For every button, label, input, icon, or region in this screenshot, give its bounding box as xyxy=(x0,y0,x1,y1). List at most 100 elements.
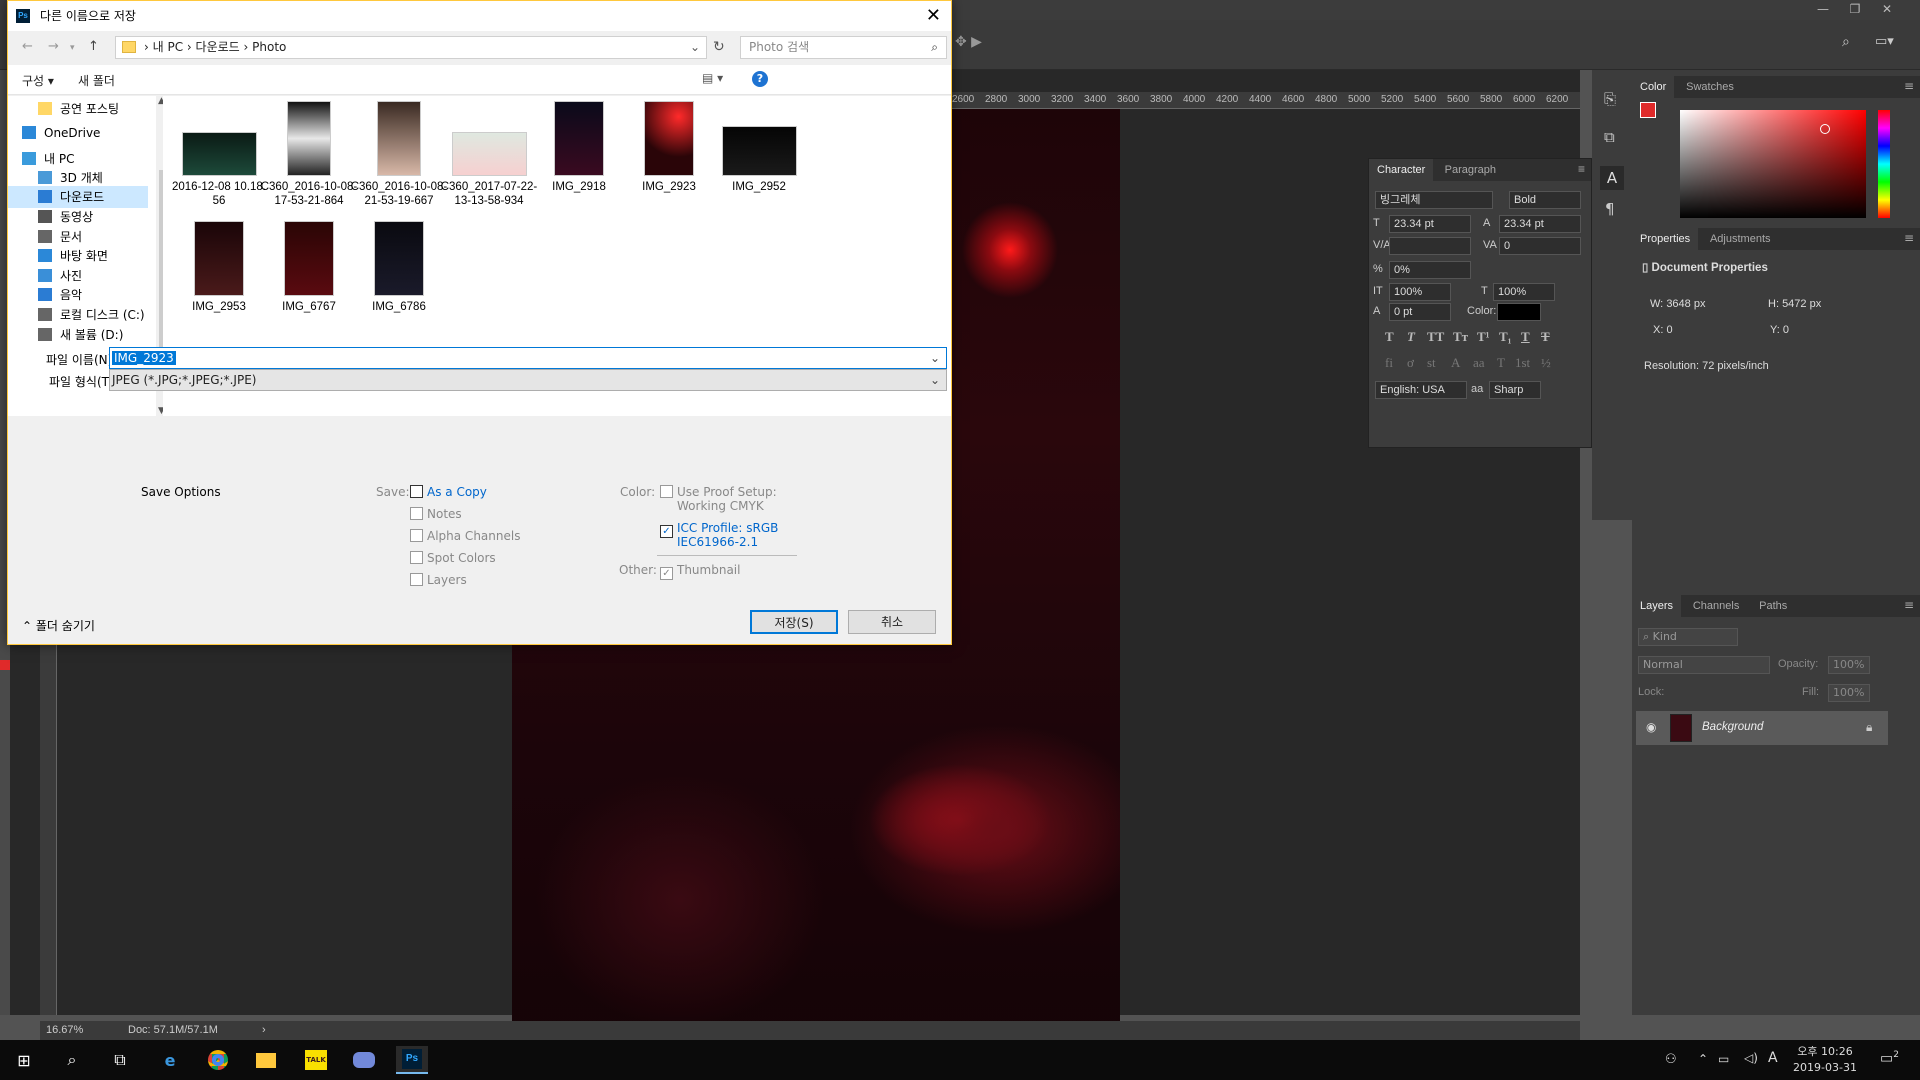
discord-icon[interactable] xyxy=(348,1046,380,1074)
file-item[interactable]: C360_2016-10-08-17-53-21-864 xyxy=(259,96,359,208)
hue-slider[interactable] xyxy=(1878,110,1890,218)
nav-item[interactable]: 새 볼륨 (D:) xyxy=(8,324,148,346)
chrome-icon[interactable] xyxy=(202,1046,234,1074)
opacity-input[interactable]: 100% xyxy=(1828,656,1870,674)
titling-icon[interactable]: T xyxy=(1497,355,1505,371)
clock[interactable]: 오후 10:26 2019-03-31 xyxy=(1790,1044,1860,1076)
3d-mode-icon[interactable]: ✥ ▶ xyxy=(955,34,982,50)
nav-item[interactable]: 로컬 디스크 (C:) xyxy=(8,304,148,326)
font-size-input[interactable]: 23.34 pt xyxy=(1389,215,1471,233)
file-item[interactable]: IMG_2952 xyxy=(709,96,809,194)
antialias-select[interactable]: Sharp xyxy=(1489,381,1541,399)
swash-icon[interactable]: A xyxy=(1451,355,1460,371)
breadcrumb-item[interactable]: 내 PC xyxy=(153,40,183,54)
help-icon[interactable]: ? xyxy=(752,71,768,87)
view-options-icon[interactable]: ▤ ▾ xyxy=(702,71,723,85)
minimize-icon[interactable]: — xyxy=(1810,0,1836,20)
foreground-swatch[interactable] xyxy=(0,660,10,670)
faux-italic-icon[interactable]: T xyxy=(1407,329,1415,345)
file-item[interactable]: IMG_2953 xyxy=(169,216,269,314)
tab-layers[interactable]: Layers xyxy=(1632,595,1682,617)
color-field[interactable] xyxy=(1680,110,1866,218)
font-style-select[interactable]: Bold xyxy=(1509,191,1581,209)
file-item[interactable]: IMG_2923 xyxy=(619,96,719,194)
filename-input[interactable]: IMG_2923 ⌄ xyxy=(109,347,947,369)
cancel-button[interactable]: 취소 xyxy=(848,610,936,634)
close-icon[interactable]: ✕ xyxy=(926,1,941,31)
file-item[interactable]: IMG_6767 xyxy=(259,216,359,314)
as-copy-checkbox[interactable]: As a Copy xyxy=(410,485,487,499)
forward-icon[interactable]: → xyxy=(48,39,59,54)
nav-item[interactable]: 바탕 화면 xyxy=(8,245,148,267)
notes-checkbox[interactable]: Notes xyxy=(410,507,462,521)
fractions-icon[interactable]: ½ xyxy=(1541,355,1551,371)
nav-item[interactable]: 다운로드 xyxy=(8,186,148,208)
file-explorer-icon[interactable] xyxy=(250,1046,282,1074)
vertical-scale-input[interactable]: 100% xyxy=(1389,283,1451,301)
font-family-select[interactable]: 빙그레체 xyxy=(1375,191,1493,209)
notification-icon[interactable]: ▭2 xyxy=(1880,1050,1899,1067)
address-bar[interactable]: › 내 PC › 다운로드 › Photo ⌄ xyxy=(115,36,707,59)
recent-dropdown-icon[interactable]: ▾ xyxy=(70,43,75,53)
zoom-level[interactable]: 16.67% xyxy=(46,1024,83,1036)
nav-item[interactable]: 음악 xyxy=(8,284,148,306)
chevron-down-icon[interactable]: ⌄ xyxy=(690,37,700,58)
tracking-input[interactable]: 0 xyxy=(1499,237,1581,255)
tab-channels[interactable]: Channels xyxy=(1685,595,1747,617)
color-picker-marker[interactable] xyxy=(1820,124,1830,134)
visibility-eye-icon[interactable]: ◉ xyxy=(1646,720,1656,734)
strikethrough-icon[interactable]: T xyxy=(1541,329,1550,345)
back-icon[interactable]: ← xyxy=(22,39,33,54)
panel-menu-icon[interactable]: ≡ xyxy=(1904,79,1914,93)
task-view-icon[interactable]: ⧉ xyxy=(104,1046,136,1074)
tab-character[interactable]: Character xyxy=(1369,159,1434,181)
tab-properties[interactable]: Properties xyxy=(1632,228,1699,250)
tab-paragraph[interactable]: Paragraph xyxy=(1437,159,1504,181)
tab-swatches[interactable]: Swatches xyxy=(1678,76,1742,98)
thumbnail-checkbox[interactable]: ✓ Thumbnail xyxy=(660,563,740,580)
paragraph-panel-icon[interactable]: ¶ xyxy=(1605,200,1615,218)
tab-color[interactable]: Color xyxy=(1632,76,1675,98)
volume-icon[interactable]: ◁) xyxy=(1744,1051,1758,1065)
spot-colors-checkbox[interactable]: Spot Colors xyxy=(410,551,496,565)
layers-checkbox[interactable]: Layers xyxy=(410,573,467,587)
windows-start-icon[interactable]: ⊞ xyxy=(8,1046,40,1074)
tsume-input[interactable]: 0% xyxy=(1389,261,1471,279)
search-icon[interactable]: ⌕ xyxy=(1842,34,1850,50)
panel-menu-icon[interactable]: ≡ xyxy=(1578,162,1585,176)
kakaotalk-icon[interactable]: TALK xyxy=(300,1046,332,1074)
restore-icon[interactable]: ❐ xyxy=(1842,0,1868,20)
alt-ligature-icon[interactable]: ơ xyxy=(1407,355,1414,371)
layer-background-row[interactable]: ◉ Background 🔒︎ xyxy=(1636,711,1888,745)
alpha-channels-checkbox[interactable]: Alpha Channels xyxy=(410,529,520,543)
hide-folders-button[interactable]: ⌃ 폴더 숨기기 xyxy=(22,617,95,634)
ligature-icon[interactable]: fi xyxy=(1385,355,1393,371)
search-icon[interactable]: ⌕ xyxy=(56,1046,88,1074)
faux-bold-icon[interactable]: T xyxy=(1385,329,1394,345)
superscript-icon[interactable]: T¹ xyxy=(1477,329,1490,345)
underline-icon[interactable]: T xyxy=(1521,329,1530,345)
stylistic-icon[interactable]: aa xyxy=(1473,355,1485,371)
character-panel-icon[interactable]: A xyxy=(1600,166,1624,190)
filetype-select[interactable]: JPEG (*.JPG;*.JPEG;*.JPE) ⌄ xyxy=(109,369,947,391)
panel-menu-icon[interactable]: ≡ xyxy=(1904,231,1914,245)
text-color-swatch[interactable] xyxy=(1497,303,1541,321)
tab-adjustments[interactable]: Adjustments xyxy=(1702,228,1779,250)
discretionary-icon[interactable]: st xyxy=(1427,355,1436,371)
new-folder-button[interactable]: 새 폴더 xyxy=(78,72,115,89)
clone-source-icon[interactable]: ⧉ xyxy=(1604,128,1615,146)
status-arrow-icon[interactable]: › xyxy=(262,1024,266,1036)
horizontal-scale-input[interactable]: 100% xyxy=(1493,283,1555,301)
ime-indicator[interactable]: A xyxy=(1768,1050,1778,1066)
chevron-down-icon[interactable]: ⌄ xyxy=(930,348,940,368)
fg-color-swatch[interactable] xyxy=(1640,102,1656,118)
leading-input[interactable]: 23.34 pt xyxy=(1499,215,1581,233)
tray-chevron-icon[interactable]: ⌃ xyxy=(1698,1052,1708,1066)
file-item[interactable]: 2016-12-08 10.18.56 xyxy=(169,96,269,208)
file-item[interactable]: IMG_2918 xyxy=(529,96,629,194)
nav-item[interactable]: 공연 포스팅 xyxy=(8,98,148,120)
edge-icon[interactable]: e xyxy=(154,1046,186,1074)
baseline-input[interactable]: 0 pt xyxy=(1389,303,1451,321)
nav-item[interactable]: OneDrive xyxy=(8,122,148,144)
ordinals-icon[interactable]: 1st xyxy=(1515,355,1530,371)
